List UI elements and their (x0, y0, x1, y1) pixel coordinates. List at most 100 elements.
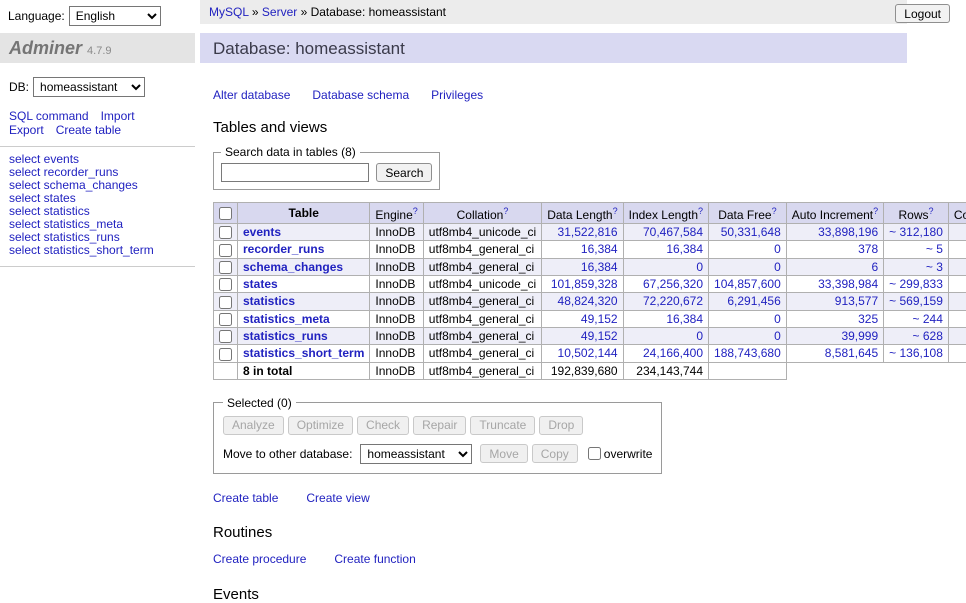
auto-increment-link[interactable]: 378 (858, 242, 878, 256)
sidebar-item-select-statistics-runs[interactable]: select statistics_runs (9, 230, 120, 244)
data-length-link[interactable]: 31,522,816 (558, 225, 618, 239)
repair-button[interactable]: Repair (413, 416, 466, 435)
table-name-link-statistics-meta[interactable]: statistics_meta (243, 312, 330, 326)
sidebar-item-select-events[interactable]: select events (9, 152, 79, 166)
language-select[interactable]: English (69, 6, 161, 26)
search-button[interactable]: Search (376, 163, 432, 182)
help-icon[interactable]: ? (698, 206, 703, 216)
sidebar-link-import[interactable]: Import (101, 109, 135, 123)
row-checkbox-recorder-runs[interactable] (219, 244, 232, 257)
table-name-link-statistics-short-term[interactable]: statistics_short_term (243, 346, 364, 360)
copy-button[interactable]: Copy (532, 444, 578, 463)
db-select[interactable]: homeassistant (33, 77, 145, 97)
row-checkbox-statistics-meta[interactable] (219, 313, 232, 326)
table-name-link-recorder-runs[interactable]: recorder_runs (243, 242, 324, 256)
auto-increment-link[interactable]: 325 (858, 312, 878, 326)
row-checkbox-states[interactable] (219, 278, 232, 291)
action-link-database-schema[interactable]: Database schema (312, 88, 409, 102)
data-length-link[interactable]: 16,384 (581, 260, 618, 274)
table-name-link-events[interactable]: events (243, 225, 281, 239)
data-free-link[interactable]: 188,743,680 (714, 346, 781, 360)
sidebar-item-select-recorder-runs[interactable]: select recorder_runs (9, 165, 118, 179)
data-length-link[interactable]: 101,859,328 (551, 277, 618, 291)
index-length-link[interactable]: 0 (696, 329, 703, 343)
row-checkbox-statistics-runs[interactable] (219, 330, 232, 343)
select-all-checkbox[interactable] (219, 207, 232, 220)
data-free-link[interactable]: 104,857,600 (714, 277, 781, 291)
auto-increment-link[interactable]: 6 (871, 260, 878, 274)
auto-increment-link[interactable]: 8,581,645 (825, 346, 878, 360)
rows-count-link[interactable]: ~ 312,180 (889, 225, 943, 239)
data-free-link[interactable]: 0 (774, 242, 781, 256)
help-icon[interactable]: ? (413, 206, 418, 216)
data-length-link[interactable]: 10,502,144 (558, 346, 618, 360)
data-length-link[interactable]: 49,152 (581, 312, 618, 326)
rows-count-link[interactable]: ~ 299,833 (889, 277, 943, 291)
auto-increment-link[interactable]: 33,398,984 (818, 277, 878, 291)
table-name-link-schema-changes[interactable]: schema_changes (243, 260, 343, 274)
optimize-button[interactable]: Optimize (288, 416, 353, 435)
link-create-table[interactable]: Create table (213, 491, 278, 505)
row-checkbox-statistics-short-term[interactable] (219, 348, 232, 361)
table-name-link-statistics[interactable]: statistics (243, 294, 295, 308)
help-icon[interactable]: ? (873, 206, 878, 216)
sidebar-item-select-states[interactable]: select states (9, 191, 76, 205)
sidebar-item-select-statistics-meta[interactable]: select statistics_meta (9, 217, 123, 231)
rows-count-link[interactable]: ~ 569,159 (889, 294, 943, 308)
drop-button[interactable]: Drop (539, 416, 583, 435)
index-length-link[interactable]: 16,384 (666, 312, 703, 326)
index-length-link[interactable]: 24,166,400 (643, 346, 703, 360)
sidebar-link-sql-command[interactable]: SQL command (9, 109, 89, 123)
auto-increment-link[interactable]: 39,999 (841, 329, 878, 343)
index-length-link[interactable]: 67,256,320 (643, 277, 703, 291)
rows-count-link[interactable]: ~ 5 (926, 242, 943, 256)
table-name-link-states[interactable]: states (243, 277, 278, 291)
action-link-privileges[interactable]: Privileges (431, 88, 483, 102)
rows-count-link[interactable]: ~ 628 (913, 329, 943, 343)
row-checkbox-statistics[interactable] (219, 296, 232, 309)
auto-increment-link[interactable]: 913,577 (835, 294, 878, 308)
help-icon[interactable]: ? (503, 206, 508, 216)
search-input[interactable] (221, 163, 369, 182)
auto-increment-link[interactable]: 33,898,196 (818, 225, 878, 239)
action-link-alter-database[interactable]: Alter database (213, 88, 290, 102)
link-create-function[interactable]: Create function (334, 552, 415, 566)
data-free-link[interactable]: 0 (774, 329, 781, 343)
table-name-link-statistics-runs[interactable]: statistics_runs (243, 329, 328, 343)
check-button[interactable]: Check (357, 416, 409, 435)
sidebar-link-export[interactable]: Export (9, 123, 44, 137)
data-free-link[interactable]: 0 (774, 312, 781, 326)
index-length-link[interactable]: 70,467,584 (643, 225, 703, 239)
data-length-link[interactable]: 48,824,320 (558, 294, 618, 308)
sidebar-item-select-statistics[interactable]: select statistics (9, 204, 90, 218)
rows-count-link[interactable]: ~ 244 (913, 312, 943, 326)
link-create-view[interactable]: Create view (306, 491, 369, 505)
data-free-link[interactable]: 0 (774, 260, 781, 274)
rows-count-link[interactable]: ~ 136,108 (889, 346, 943, 360)
index-length-link[interactable]: 72,220,672 (643, 294, 703, 308)
breadcrumb-link-server[interactable]: Server (262, 5, 297, 19)
move-db-select[interactable]: homeassistant (360, 444, 472, 464)
sidebar-item-select-statistics-short-term[interactable]: select statistics_short_term (9, 243, 154, 257)
logout-button[interactable]: Logout (895, 4, 950, 23)
help-icon[interactable]: ? (772, 206, 777, 216)
move-button[interactable]: Move (480, 444, 527, 463)
row-checkbox-schema-changes[interactable] (219, 261, 232, 274)
breadcrumb-link-mysql[interactable]: MySQL (209, 5, 249, 19)
index-length-link[interactable]: 0 (696, 260, 703, 274)
data-length-link[interactable]: 16,384 (581, 242, 618, 256)
overwrite-checkbox[interactable] (588, 447, 601, 460)
sidebar-item-select-schema-changes[interactable]: select schema_changes (9, 178, 138, 192)
rows-count-link[interactable]: ~ 3 (926, 260, 943, 274)
data-length-link[interactable]: 49,152 (581, 329, 618, 343)
help-icon[interactable]: ? (613, 206, 618, 216)
truncate-button[interactable]: Truncate (470, 416, 535, 435)
sidebar-link-create-table[interactable]: Create table (56, 123, 121, 137)
analyze-button[interactable]: Analyze (223, 416, 284, 435)
data-free-link[interactable]: 50,331,648 (721, 225, 781, 239)
help-icon[interactable]: ? (929, 206, 934, 216)
link-create-procedure[interactable]: Create procedure (213, 552, 306, 566)
row-checkbox-events[interactable] (219, 226, 232, 239)
index-length-link[interactable]: 16,384 (666, 242, 703, 256)
data-free-link[interactable]: 6,291,456 (727, 294, 780, 308)
